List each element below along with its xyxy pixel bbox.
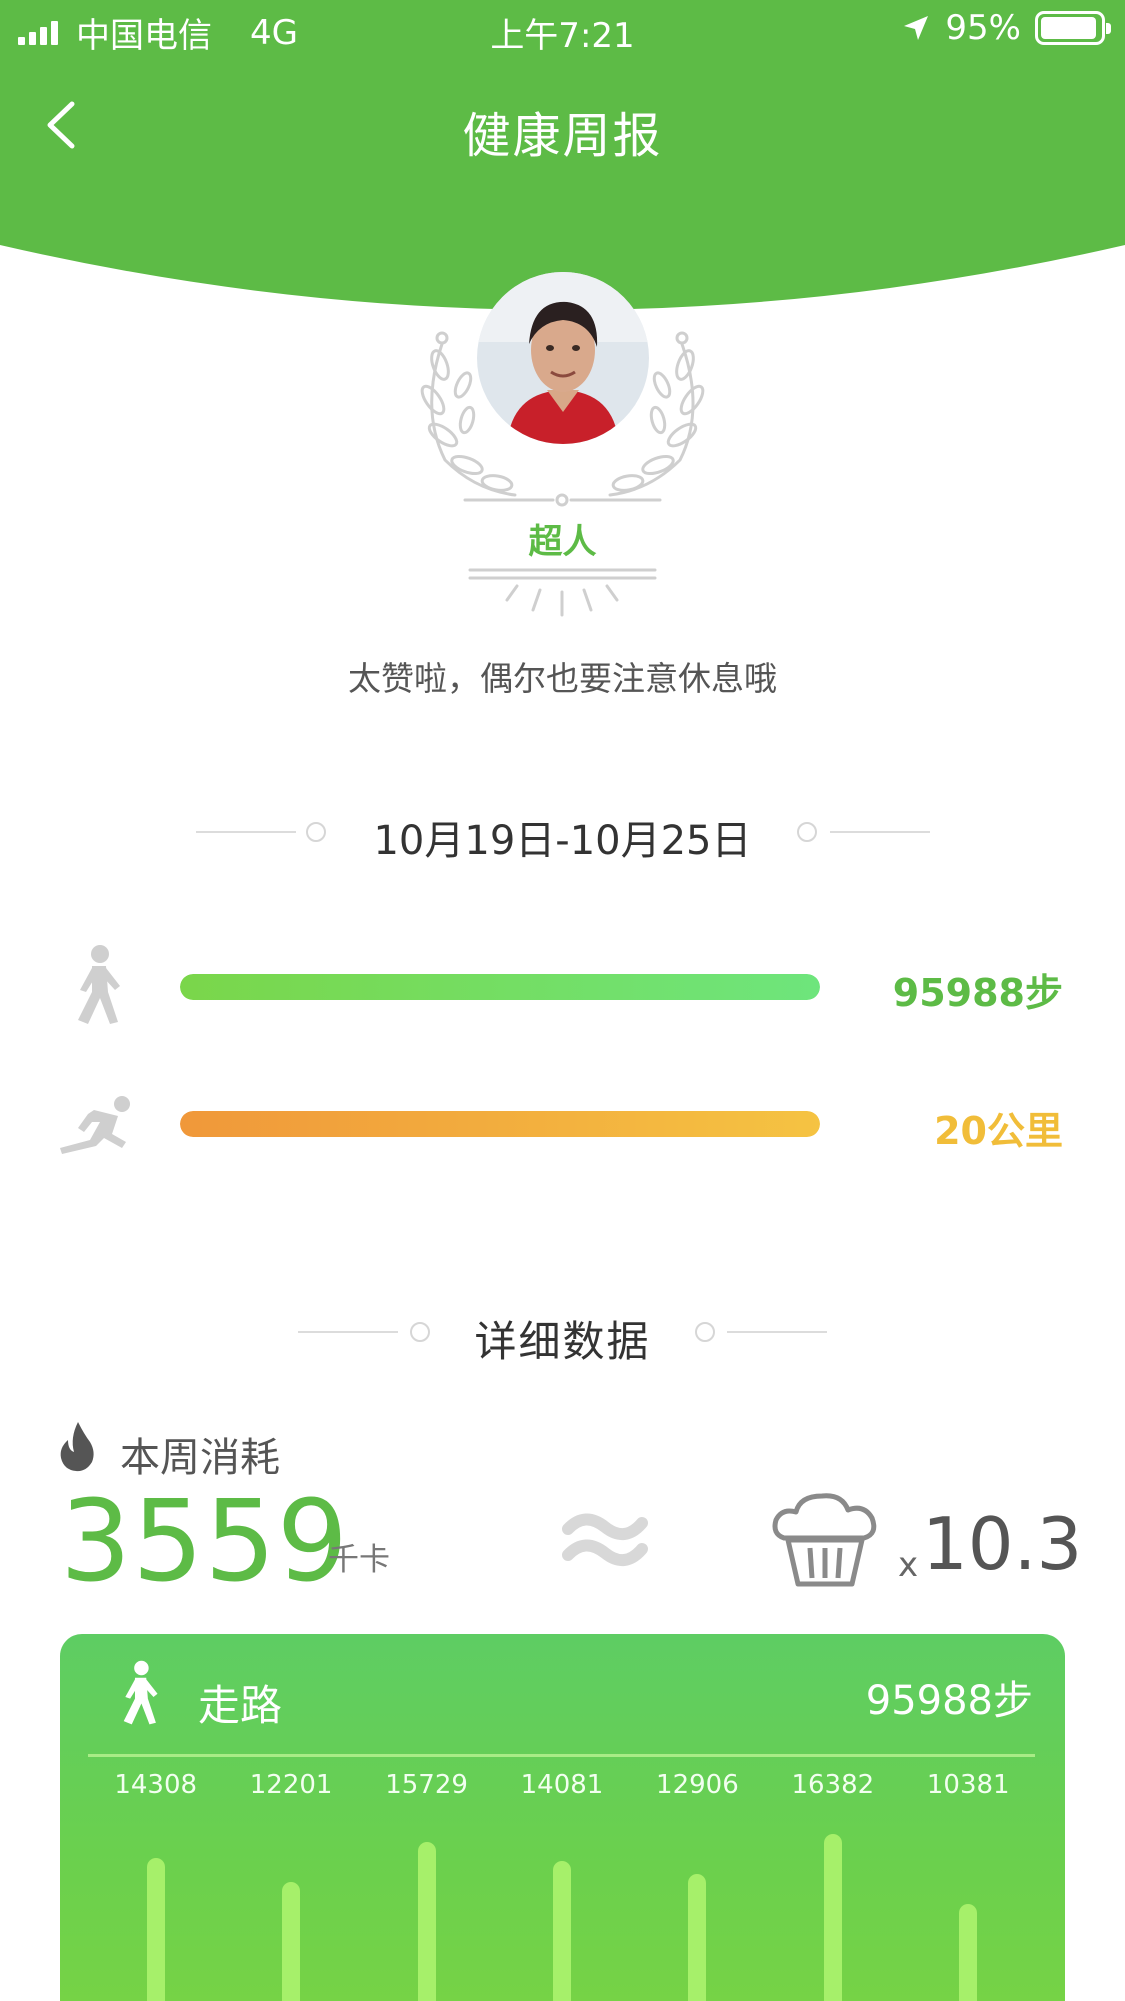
card-divider xyxy=(88,1754,1035,1757)
steps-progress-fill xyxy=(180,974,820,1000)
day-steps-bar xyxy=(282,1882,301,2001)
day-steps-label: 10381 xyxy=(926,1770,1010,1800)
distance-value: 20公里 xyxy=(934,1109,1063,1153)
date-range: 10月19日-10月25日 xyxy=(373,818,752,864)
day-column: 12906 xyxy=(630,1764,765,2001)
divider-line xyxy=(830,831,930,833)
battery-icon xyxy=(1035,11,1111,45)
walking-icon xyxy=(123,1660,158,1725)
day-column: 16382 xyxy=(765,1764,900,2001)
calories-unit: 千卡 xyxy=(328,1542,390,1578)
divider-line xyxy=(727,1331,827,1333)
badge-title: 超人 xyxy=(528,522,597,562)
walking-icon xyxy=(78,945,120,1024)
walking-steps-card[interactable]: 走路 95988步 14308 12201 15729 14081 12906 16382… xyxy=(60,1634,1065,2001)
section-title: 详细数据 xyxy=(474,1317,651,1366)
badge-slogan: 太赞啦，偶尔也要注意休息哦 xyxy=(348,659,777,698)
steps-value: 95988步 xyxy=(892,971,1063,1015)
daily-steps-chart: 14308 12201 15729 14081 12906 16382 10381 xyxy=(88,1764,1036,2001)
day-steps-label: 12906 xyxy=(656,1770,739,1800)
card-total-steps: 95988步 xyxy=(865,1678,1033,1724)
day-column: 12201 xyxy=(223,1764,358,2001)
day-steps-label: 15729 xyxy=(385,1770,468,1800)
battery-percent: 95% xyxy=(945,8,1021,48)
calories-label: 本周消耗 xyxy=(120,1435,280,1481)
divider-dot xyxy=(695,1322,715,1342)
day-steps-label: 14081 xyxy=(520,1770,604,1800)
location-arrow-icon xyxy=(904,16,929,40)
day-steps-bar xyxy=(552,1861,571,2001)
steps-progress-bar xyxy=(180,974,820,1000)
status-bar: 中国电信 4G 上午7:21 95% xyxy=(0,0,1125,62)
day-column: 10381 xyxy=(901,1764,1036,2001)
calories-value: 3559 xyxy=(60,1477,350,1607)
distance-progress-fill xyxy=(180,1111,820,1137)
day-steps-bar xyxy=(688,1874,707,2001)
muffin-icon xyxy=(772,1493,877,1587)
muffin-equivalent-value: 10.3 xyxy=(922,1502,1083,1586)
day-steps-bar xyxy=(823,1834,842,2001)
flame-icon xyxy=(60,1422,94,1472)
day-column: 14081 xyxy=(494,1764,629,2001)
day-steps-label: 16382 xyxy=(791,1770,875,1800)
page-title: 健康周报 xyxy=(462,108,663,164)
card-label: 走路 xyxy=(198,1681,283,1730)
day-steps-label: 14308 xyxy=(114,1770,198,1800)
day-steps-bar xyxy=(959,1904,978,2001)
day-steps-label: 12201 xyxy=(249,1770,333,1800)
approximately-equal-icon xyxy=(562,1513,648,1566)
distance-progress-bar xyxy=(180,1111,820,1137)
day-column: 14308 xyxy=(88,1764,223,2001)
avatar[interactable] xyxy=(477,272,649,444)
day-column: 15729 xyxy=(359,1764,494,2001)
day-steps-bar xyxy=(146,1858,165,2001)
day-steps-bar xyxy=(417,1842,436,2001)
running-icon xyxy=(60,1096,130,1154)
divider-dot xyxy=(797,822,817,842)
multiplier-symbol: x xyxy=(898,1545,919,1585)
